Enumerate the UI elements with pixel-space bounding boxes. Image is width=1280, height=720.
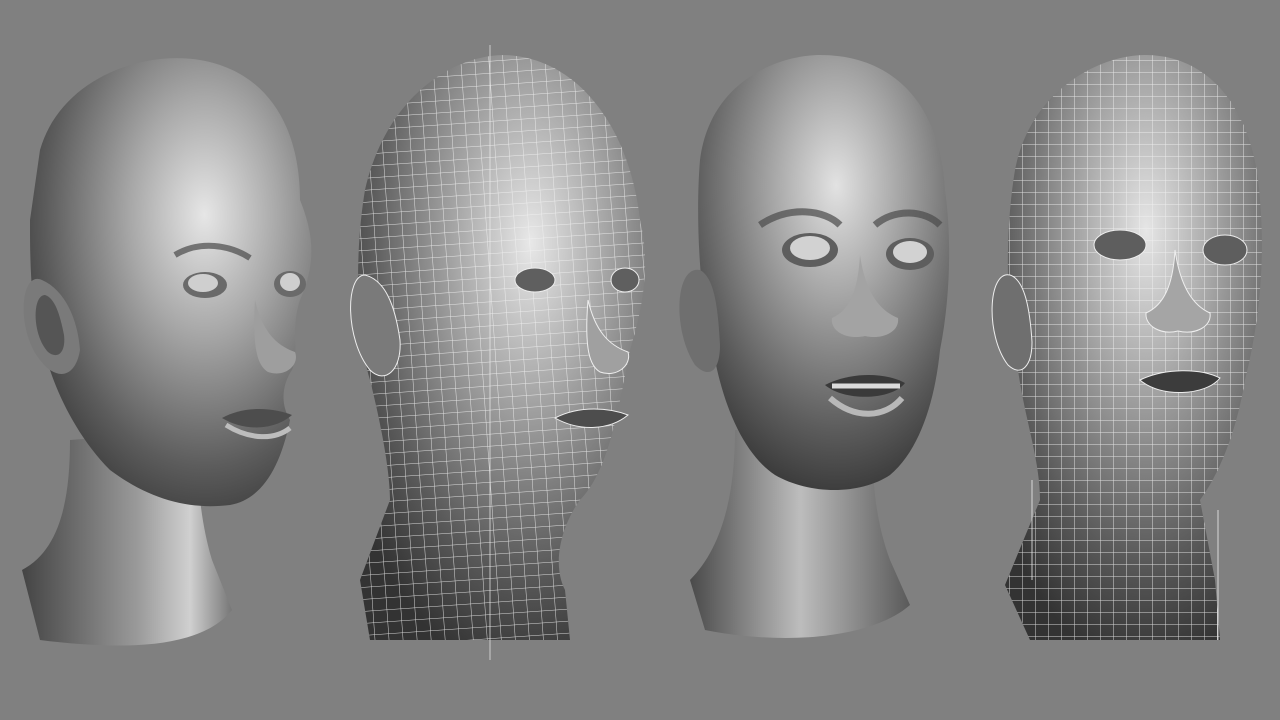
head-smooth-male-render	[679, 55, 950, 638]
head-wireframe-male	[970, 0, 1280, 720]
head-wireframe-male-render	[991, 55, 1262, 640]
render-viewport	[0, 0, 1280, 720]
head-wireframe-female-render	[350, 45, 646, 660]
head-smooth-female	[0, 0, 330, 720]
head-smooth-female-render	[22, 58, 312, 646]
head-wireframe-female	[330, 0, 660, 720]
head-smooth-male	[660, 0, 970, 720]
